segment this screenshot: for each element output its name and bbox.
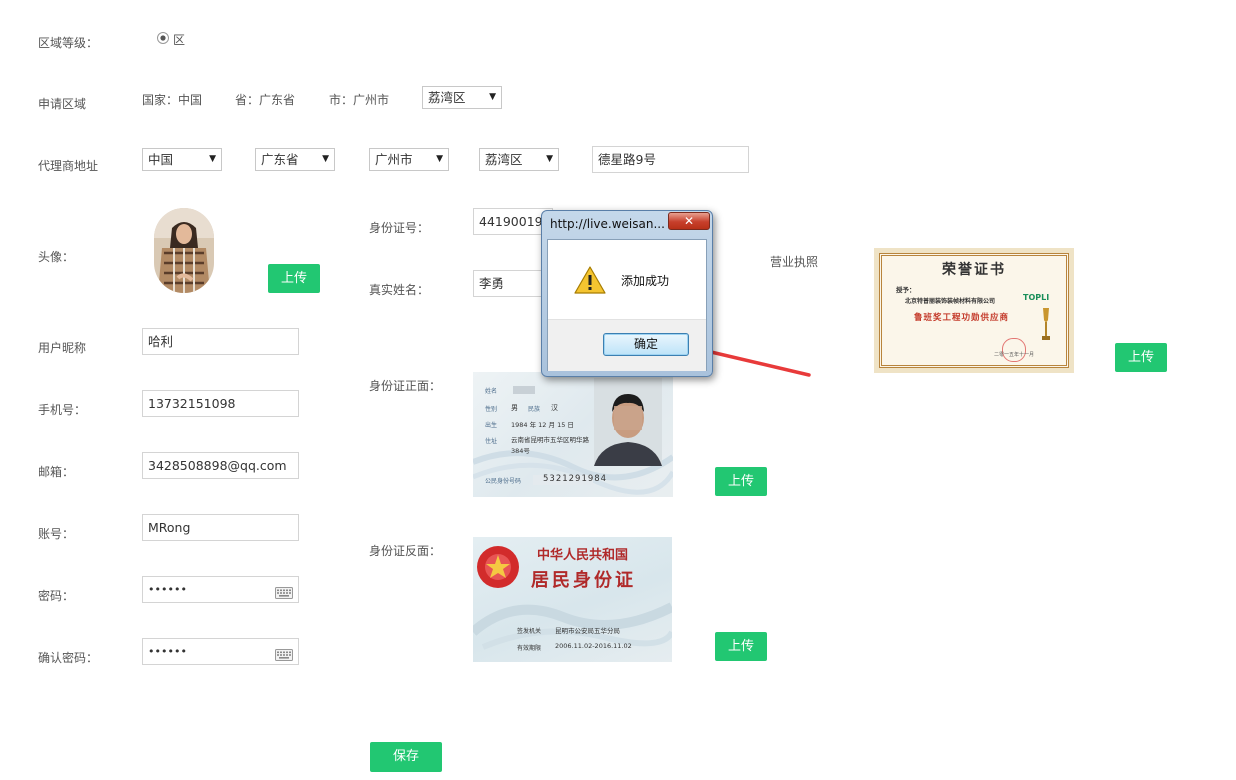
id-front-birth-value: 1984 年 12 月 15 日 — [511, 421, 574, 429]
apply-region-label: 申请区域 — [38, 97, 87, 111]
id-front-sex-value: 男 — [511, 404, 518, 412]
id-back-authority-field: 签发机关 — [517, 628, 542, 635]
password-input[interactable]: •••••• — [142, 576, 299, 603]
id-back-image: 中华人民共和国 居民身份证 签发机关 昆明市公安局五华分局 有效期限 2006.… — [473, 537, 672, 662]
dialog-ok-button[interactable]: 确定 — [603, 333, 689, 356]
address-country-value: 中国 — [148, 152, 174, 167]
seal-stamp — [1002, 338, 1026, 362]
apply-province: 省：广东省 — [235, 93, 296, 107]
id-back-subtitle: 居民身份证 — [531, 570, 636, 591]
certificate-to: 授予： — [896, 286, 916, 294]
id-front-name-field: 姓名 — [485, 388, 498, 395]
apply-district-select[interactable]: 荔湾区 ▼ — [422, 86, 502, 109]
phone-label: 手机号： — [38, 403, 87, 417]
avatar-upload-button[interactable]: 上传 — [268, 264, 320, 293]
region-level-option: 区 — [173, 33, 186, 47]
avatar-label: 头像： — [38, 250, 75, 264]
real-name-label: 真实姓名： — [369, 283, 430, 297]
certificate-company: 北京特普丽装饰装帧材料有限公司 — [905, 298, 996, 305]
address-district-select[interactable]: 荔湾区 ▼ — [479, 148, 559, 171]
dialog-body: 添加成功 确定 — [547, 239, 707, 371]
dropdown-arrow-icon: ▼ — [436, 154, 443, 164]
apply-district-value: 荔湾区 — [428, 90, 466, 105]
id-back-upload-button[interactable]: 上传 — [715, 632, 767, 661]
id-back-valid-value: 2006.11.02-2016.11.02 — [555, 642, 632, 650]
dropdown-arrow-icon: ▼ — [322, 154, 329, 164]
id-front-address-value: 云南省昆明市五华区明华路384号 — [511, 436, 589, 455]
id-back-label: 身份证反面： — [369, 544, 442, 558]
password-mask: •••••• — [148, 583, 187, 596]
dropdown-arrow-icon: ▼ — [546, 154, 553, 164]
address-province-value: 广东省 — [261, 152, 299, 167]
id-front-number-value: 5321291984 — [543, 474, 608, 484]
id-front-sex-field: 性别 — [485, 406, 498, 413]
account-input[interactable]: MRong — [142, 514, 299, 541]
id-front-birth-field: 出生 — [485, 422, 498, 429]
keyboard-icon[interactable] — [275, 583, 293, 599]
id-back-valid-field: 有效期限 — [517, 645, 542, 652]
keyboard-icon[interactable] — [275, 645, 293, 661]
id-front-number-field: 公民身份号码 — [485, 478, 522, 485]
dropdown-arrow-icon: ▼ — [489, 92, 496, 102]
trophy-icon — [1040, 306, 1052, 346]
email-label: 邮箱： — [38, 465, 75, 479]
address-city-value: 广州市 — [375, 152, 413, 167]
address-label: 代理商地址 — [38, 159, 99, 173]
warning-icon — [573, 265, 607, 295]
certificate-brand: TOPLI — [1023, 293, 1050, 302]
phone-input[interactable]: 13732151098 — [142, 390, 299, 417]
id-front-ethnic-value: 汉 — [551, 404, 558, 412]
certificate-image: 荣誉证书 授予： 北京特普丽装饰装帧材料有限公司 TOPLI 鲁班奖工程功勋供应… — [874, 248, 1074, 373]
business-license-label: 营业执照 — [770, 255, 819, 269]
email-input[interactable]: 3428508898@qq.com — [142, 452, 299, 479]
nickname-label: 用户昵称 — [38, 341, 87, 355]
dialog-message: 添加成功 — [621, 274, 670, 288]
radio-checked-icon[interactable] — [156, 31, 170, 45]
certificate-title: 荣誉证书 — [942, 262, 1006, 278]
save-button[interactable]: 保存 — [370, 742, 442, 772]
avatar-image — [154, 208, 214, 293]
address-district-value: 荔湾区 — [485, 152, 523, 167]
region-level-label: 区域等级： — [38, 36, 99, 50]
id-front-ethnic-field: 民族 — [528, 406, 541, 413]
address-country-select[interactable]: 中国 ▼ — [142, 148, 222, 171]
confirm-password-label: 确认密码： — [38, 651, 99, 665]
apply-country: 国家：中国 — [142, 93, 203, 107]
alert-dialog: http://live.weisan... ✕ 添加成功 确定 — [541, 210, 713, 377]
id-number-label: 身份证号： — [369, 221, 430, 235]
dropdown-arrow-icon: ▼ — [209, 154, 216, 164]
id-back-authority-value: 昆明市公安局五华分局 — [555, 627, 620, 635]
address-city-select[interactable]: 广州市 ▼ — [369, 148, 449, 171]
id-front-upload-button[interactable]: 上传 — [715, 467, 767, 496]
address-street-input[interactable]: 德星路9号 — [592, 146, 749, 173]
certificate-award: 鲁班奖工程功勋供应商 — [914, 313, 1010, 323]
address-province-select[interactable]: 广东省 ▼ — [255, 148, 335, 171]
dialog-footer: 确定 — [548, 319, 706, 371]
close-icon[interactable]: ✕ — [668, 212, 710, 230]
certificate-footer: 二零一五年十一月 — [994, 352, 1035, 358]
confirm-password-mask: •••••• — [148, 645, 187, 658]
password-label: 密码： — [38, 589, 75, 603]
dialog-title: http://live.weisan... — [550, 217, 665, 231]
nickname-input[interactable]: 哈利 — [142, 328, 299, 355]
id-front-image: 姓名 性别 男 民族 汉 出生 1984 年 12 月 15 日 住址 云南省昆… — [473, 372, 673, 497]
id-front-address-field: 住址 — [485, 438, 498, 445]
confirm-password-input[interactable]: •••••• — [142, 638, 299, 665]
id-back-title: 中华人民共和国 — [537, 548, 629, 563]
apply-city: 市：广州市 — [329, 93, 390, 107]
id-front-label: 身份证正面： — [369, 379, 442, 393]
account-label: 账号： — [38, 527, 75, 541]
business-license-upload-button[interactable]: 上传 — [1115, 343, 1167, 372]
